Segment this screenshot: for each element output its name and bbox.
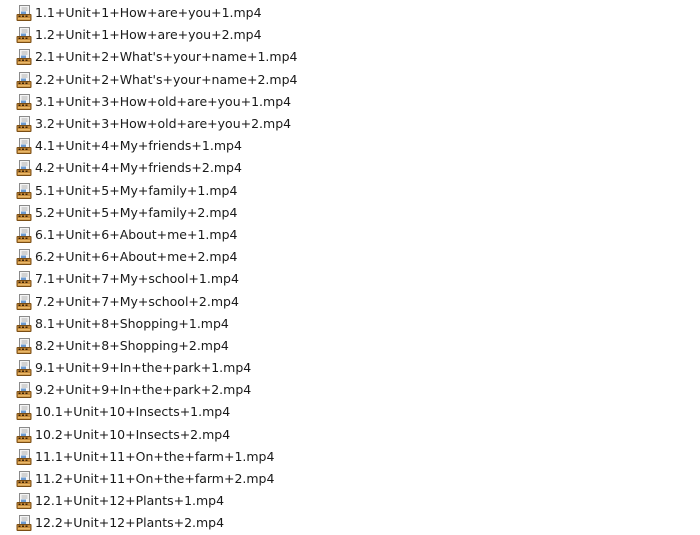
file-item[interactable]: 3.2+Unit+3+How+old+are+you+2.mp4 xyxy=(16,113,297,135)
video-file-icon xyxy=(16,404,32,421)
video-file-icon xyxy=(16,337,32,354)
file-name: 12.2+Unit+12+Plants+2.mp4 xyxy=(35,515,225,531)
file-name: 9.2+Unit+9+In+the+park+2.mp4 xyxy=(35,382,252,398)
video-file-icon xyxy=(16,315,32,332)
file-item[interactable]: 5.2+Unit+5+My+family+2.mp4 xyxy=(16,202,297,224)
file-name: 11.2+Unit+11+On+the+farm+2.mp4 xyxy=(35,471,275,487)
file-name: 12.1+Unit+12+Plants+1.mp4 xyxy=(35,493,225,509)
file-item[interactable]: 1.2+Unit+1+How+are+you+2.mp4 xyxy=(16,24,297,46)
file-item[interactable]: 3.1+Unit+3+How+old+are+you+1.mp4 xyxy=(16,91,297,113)
file-item[interactable]: 4.1+Unit+4+My+friends+1.mp4 xyxy=(16,135,297,157)
video-file-icon xyxy=(16,471,32,488)
file-item[interactable]: 8.1+Unit+8+Shopping+1.mp4 xyxy=(16,313,297,335)
video-file-icon xyxy=(16,249,32,266)
file-item[interactable]: 9.1+Unit+9+In+the+park+1.mp4 xyxy=(16,357,297,379)
video-file-icon xyxy=(16,360,32,377)
file-name: 7.2+Unit+7+My+school+2.mp4 xyxy=(35,293,239,309)
file-name: 10.1+Unit+10+Insects+1.mp4 xyxy=(35,404,231,420)
file-name: 1.1+Unit+1+How+are+you+1.mp4 xyxy=(35,5,262,21)
file-name: 1.2+Unit+1+How+are+you+2.mp4 xyxy=(35,27,262,43)
video-file-icon xyxy=(16,160,32,177)
file-name: 4.2+Unit+4+My+friends+2.mp4 xyxy=(35,160,242,176)
file-item[interactable]: 1.1+Unit+1+How+are+you+1.mp4 xyxy=(16,2,297,24)
video-file-icon xyxy=(16,27,32,44)
file-name: 8.1+Unit+8+Shopping+1.mp4 xyxy=(35,315,229,331)
file-item[interactable]: 5.1+Unit+5+My+family+1.mp4 xyxy=(16,180,297,202)
video-file-icon xyxy=(16,515,32,532)
file-name: 3.2+Unit+3+How+old+are+you+2.mp4 xyxy=(35,116,292,132)
file-name: 5.1+Unit+5+My+family+1.mp4 xyxy=(35,182,238,198)
file-name: 4.1+Unit+4+My+friends+1.mp4 xyxy=(35,138,242,154)
file-item[interactable]: 7.2+Unit+7+My+school+2.mp4 xyxy=(16,290,297,312)
video-file-icon xyxy=(16,71,32,88)
file-name: 5.2+Unit+5+My+family+2.mp4 xyxy=(35,204,238,220)
video-file-icon xyxy=(16,5,32,22)
file-item[interactable]: 12.2+Unit+12+Plants+2.mp4 xyxy=(16,512,297,534)
file-item[interactable]: 2.1+Unit+2+What's+your+name+1.mp4 xyxy=(16,46,297,68)
file-name: 6.1+Unit+6+About+me+1.mp4 xyxy=(35,226,238,242)
file-item[interactable]: 11.1+Unit+11+On+the+farm+1.mp4 xyxy=(16,446,297,468)
file-item[interactable]: 7.1+Unit+7+My+school+1.mp4 xyxy=(16,268,297,290)
file-item[interactable]: 4.2+Unit+4+My+friends+2.mp4 xyxy=(16,157,297,179)
video-file-icon xyxy=(16,426,32,443)
file-name: 10.2+Unit+10+Insects+2.mp4 xyxy=(35,426,231,442)
file-item[interactable]: 12.1+Unit+12+Plants+1.mp4 xyxy=(16,490,297,512)
file-name: 2.1+Unit+2+What's+your+name+1.mp4 xyxy=(35,49,298,65)
video-file-icon xyxy=(16,493,32,510)
video-file-icon xyxy=(16,382,32,399)
video-file-icon xyxy=(16,49,32,66)
file-list: 1.1+Unit+1+How+are+you+1.mp4 1.2+Unit+1+… xyxy=(16,2,297,535)
video-file-icon xyxy=(16,116,32,133)
file-name: 8.2+Unit+8+Shopping+2.mp4 xyxy=(35,337,229,353)
video-file-icon xyxy=(16,93,32,110)
file-item[interactable]: 6.2+Unit+6+About+me+2.mp4 xyxy=(16,246,297,268)
video-file-icon xyxy=(16,182,32,199)
video-file-icon xyxy=(16,138,32,155)
file-name: 11.1+Unit+11+On+the+farm+1.mp4 xyxy=(35,448,275,464)
file-name: 9.1+Unit+9+In+the+park+1.mp4 xyxy=(35,360,252,376)
file-item[interactable]: 8.2+Unit+8+Shopping+2.mp4 xyxy=(16,335,297,357)
video-file-icon xyxy=(16,293,32,310)
file-item[interactable]: 10.2+Unit+10+Insects+2.mp4 xyxy=(16,424,297,446)
file-item[interactable]: 10.1+Unit+10+Insects+1.mp4 xyxy=(16,401,297,423)
file-name: 6.2+Unit+6+About+me+2.mp4 xyxy=(35,249,238,265)
video-file-icon xyxy=(16,271,32,288)
file-item[interactable]: 9.2+Unit+9+In+the+park+2.mp4 xyxy=(16,379,297,401)
video-file-icon xyxy=(16,226,32,243)
file-name: 3.1+Unit+3+How+old+are+you+1.mp4 xyxy=(35,93,292,109)
video-file-icon xyxy=(16,448,32,465)
video-file-icon xyxy=(16,204,32,221)
file-name: 7.1+Unit+7+My+school+1.mp4 xyxy=(35,271,239,287)
file-item[interactable]: 2.2+Unit+2+What's+your+name+2.mp4 xyxy=(16,69,297,91)
file-name: 2.2+Unit+2+What's+your+name+2.mp4 xyxy=(35,71,298,87)
file-item[interactable]: 11.2+Unit+11+On+the+farm+2.mp4 xyxy=(16,468,297,490)
file-item[interactable]: 6.1+Unit+6+About+me+1.mp4 xyxy=(16,224,297,246)
